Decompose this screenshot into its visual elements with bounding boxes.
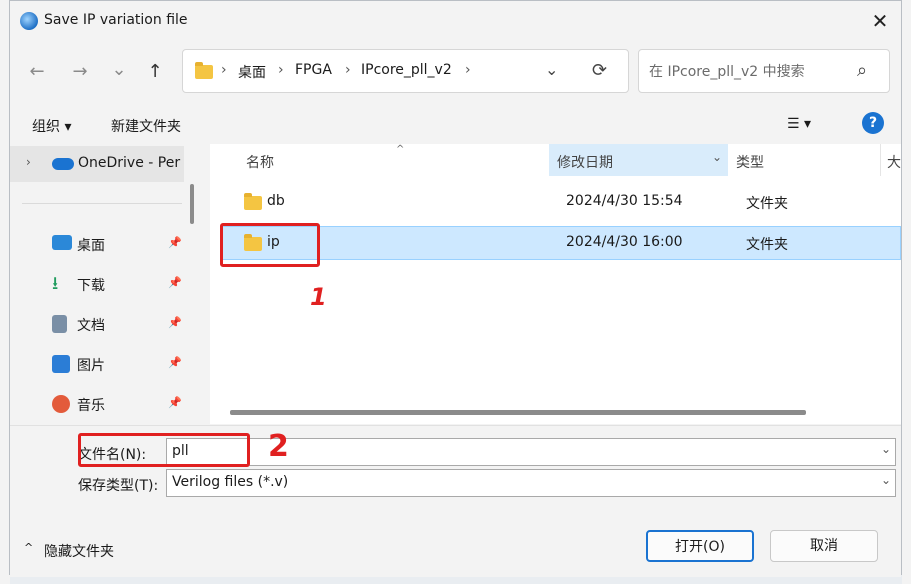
view-options-icon[interactable]: ☰ ▾ xyxy=(787,116,811,132)
sidebar-item-downloads[interactable]: ⭳ 下载 📌 xyxy=(10,266,182,302)
download-icon: ⭳ xyxy=(52,273,59,294)
background-window-right xyxy=(902,0,911,584)
sidebar-item-onedrive[interactable]: › OneDrive - Per xyxy=(10,146,184,182)
open-button[interactable]: 打开(O) xyxy=(646,530,754,562)
desktop-icon xyxy=(52,235,72,250)
dialog-title: Save IP variation file xyxy=(44,12,188,28)
filetype-select[interactable]: Verilog files (*.v) ⌄ xyxy=(166,469,896,497)
filetype-label: 保存类型(T): xyxy=(78,478,159,494)
pin-icon: 📌 xyxy=(168,276,182,289)
pin-icon: 📌 xyxy=(168,236,182,249)
file-name: db xyxy=(267,193,285,209)
hide-folders-toggle[interactable]: 隐藏文件夹 xyxy=(44,541,114,561)
back-button[interactable]: ← xyxy=(24,61,50,82)
picture-icon xyxy=(52,355,70,373)
annotation-number-1: 1 xyxy=(310,283,327,311)
breadcrumb-separator: › xyxy=(278,62,284,78)
search-input[interactable] xyxy=(639,50,861,94)
sidebar-item-label: 桌面 xyxy=(77,238,105,254)
sidebar-item-music[interactable]: 音乐 📌 xyxy=(10,386,182,422)
app-globe-icon xyxy=(20,12,38,30)
file-date: 2024/4/30 15:54 xyxy=(566,193,683,209)
folder-icon xyxy=(244,193,262,214)
sort-arrow-icon: ^ xyxy=(396,144,405,155)
sidebar-item-pictures[interactable]: 图片 📌 xyxy=(10,346,182,382)
expand-chevron-icon[interactable]: › xyxy=(26,155,31,169)
table-row[interactable]: ip 2024/4/30 16:00 文件夹 xyxy=(220,226,901,260)
cancel-button[interactable]: 取消 xyxy=(770,530,878,562)
help-icon[interactable]: ? xyxy=(862,112,884,134)
navigation-pane: › OneDrive - Per 桌面 📌 ⭳ 下载 📌 文档 📌 图片 📌 音… xyxy=(10,144,205,424)
search-box[interactable]: ⌕ xyxy=(638,49,890,94)
chevron-down-icon[interactable]: ⌄ xyxy=(881,473,891,487)
annotation-number-2: 2 xyxy=(268,429,289,464)
file-type: 文件夹 xyxy=(746,196,788,212)
annotation-box-2 xyxy=(78,433,250,467)
sidebar-item-label: 文档 xyxy=(77,318,105,334)
collapse-chevron-icon[interactable]: ^ xyxy=(24,541,33,554)
search-icon[interactable]: ⌕ xyxy=(857,60,867,81)
column-size[interactable]: 大 xyxy=(887,152,901,186)
organize-menu[interactable]: 组织 ▾ xyxy=(32,116,71,136)
column-name[interactable]: 名称 xyxy=(246,152,274,186)
breadcrumb-ipcore[interactable]: IPcore_pll_v2 xyxy=(361,62,452,78)
file-date: 2024/4/30 16:00 xyxy=(566,234,683,250)
forward-button[interactable]: → xyxy=(67,61,93,82)
column-type[interactable]: 类型 xyxy=(736,152,764,186)
music-icon xyxy=(52,395,70,413)
file-type: 文件夹 xyxy=(746,237,788,253)
address-bar[interactable]: › 桌面 › FPGA › IPcore_pll_v2 › ⌄ ⟳ xyxy=(182,49,629,93)
table-row[interactable]: db 2024/4/30 15:54 文件夹 xyxy=(220,185,901,219)
breadcrumb-desktop[interactable]: 桌面 xyxy=(238,62,266,82)
sidebar-item-label: OneDrive - Per xyxy=(78,155,181,171)
navigation-bar: ← → ⌄ ↑ › 桌面 › FPGA › IPcore_pll_v2 › ⌄ … xyxy=(10,41,901,103)
horizontal-scrollbar[interactable] xyxy=(230,410,806,415)
column-dropdown-icon[interactable]: ⌄ xyxy=(712,150,722,164)
breadcrumb-fpga[interactable]: FPGA xyxy=(295,62,332,78)
document-icon xyxy=(52,315,67,333)
cloud-icon xyxy=(52,158,74,170)
save-dialog: Save IP variation file ✕ ← → ⌄ ↑ › 桌面 › … xyxy=(9,0,902,577)
breadcrumb-separator: › xyxy=(465,62,471,78)
up-button[interactable]: ↑ xyxy=(142,61,168,82)
annotation-box-1 xyxy=(220,223,320,267)
pin-icon: 📌 xyxy=(168,316,182,329)
pin-icon: 📌 xyxy=(168,356,182,369)
divider xyxy=(22,203,182,204)
sidebar-item-documents[interactable]: 文档 📌 xyxy=(10,306,182,342)
new-folder-button[interactable]: 新建文件夹 xyxy=(111,116,181,136)
refresh-icon[interactable]: ⟳ xyxy=(592,60,607,81)
sidebar-item-desktop[interactable]: 桌面 📌 xyxy=(10,226,182,262)
recent-locations-button[interactable]: ⌄ xyxy=(106,59,132,80)
sidebar-item-label: 图片 xyxy=(77,358,105,374)
pin-icon: 📌 xyxy=(168,396,182,409)
column-divider xyxy=(880,144,881,176)
breadcrumb-separator: › xyxy=(221,62,227,78)
address-dropdown-icon[interactable]: ⌄ xyxy=(545,60,558,79)
command-bar: 组织 ▾ 新建文件夹 ☰ ▾ ? xyxy=(10,104,901,144)
chevron-down-icon[interactable]: ⌄ xyxy=(881,442,891,456)
sidebar-item-label: 音乐 xyxy=(77,398,105,414)
sidebar-scrollbar[interactable] xyxy=(190,184,194,224)
close-button[interactable]: ✕ xyxy=(862,7,898,35)
folder-icon xyxy=(195,62,213,83)
breadcrumb-separator: › xyxy=(345,62,351,78)
filetype-value: Verilog files (*.v) xyxy=(172,474,289,490)
column-date[interactable]: 修改日期 xyxy=(557,152,613,186)
title-bar: Save IP variation file ✕ xyxy=(10,1,901,41)
sidebar-item-label: 下载 xyxy=(77,278,105,294)
